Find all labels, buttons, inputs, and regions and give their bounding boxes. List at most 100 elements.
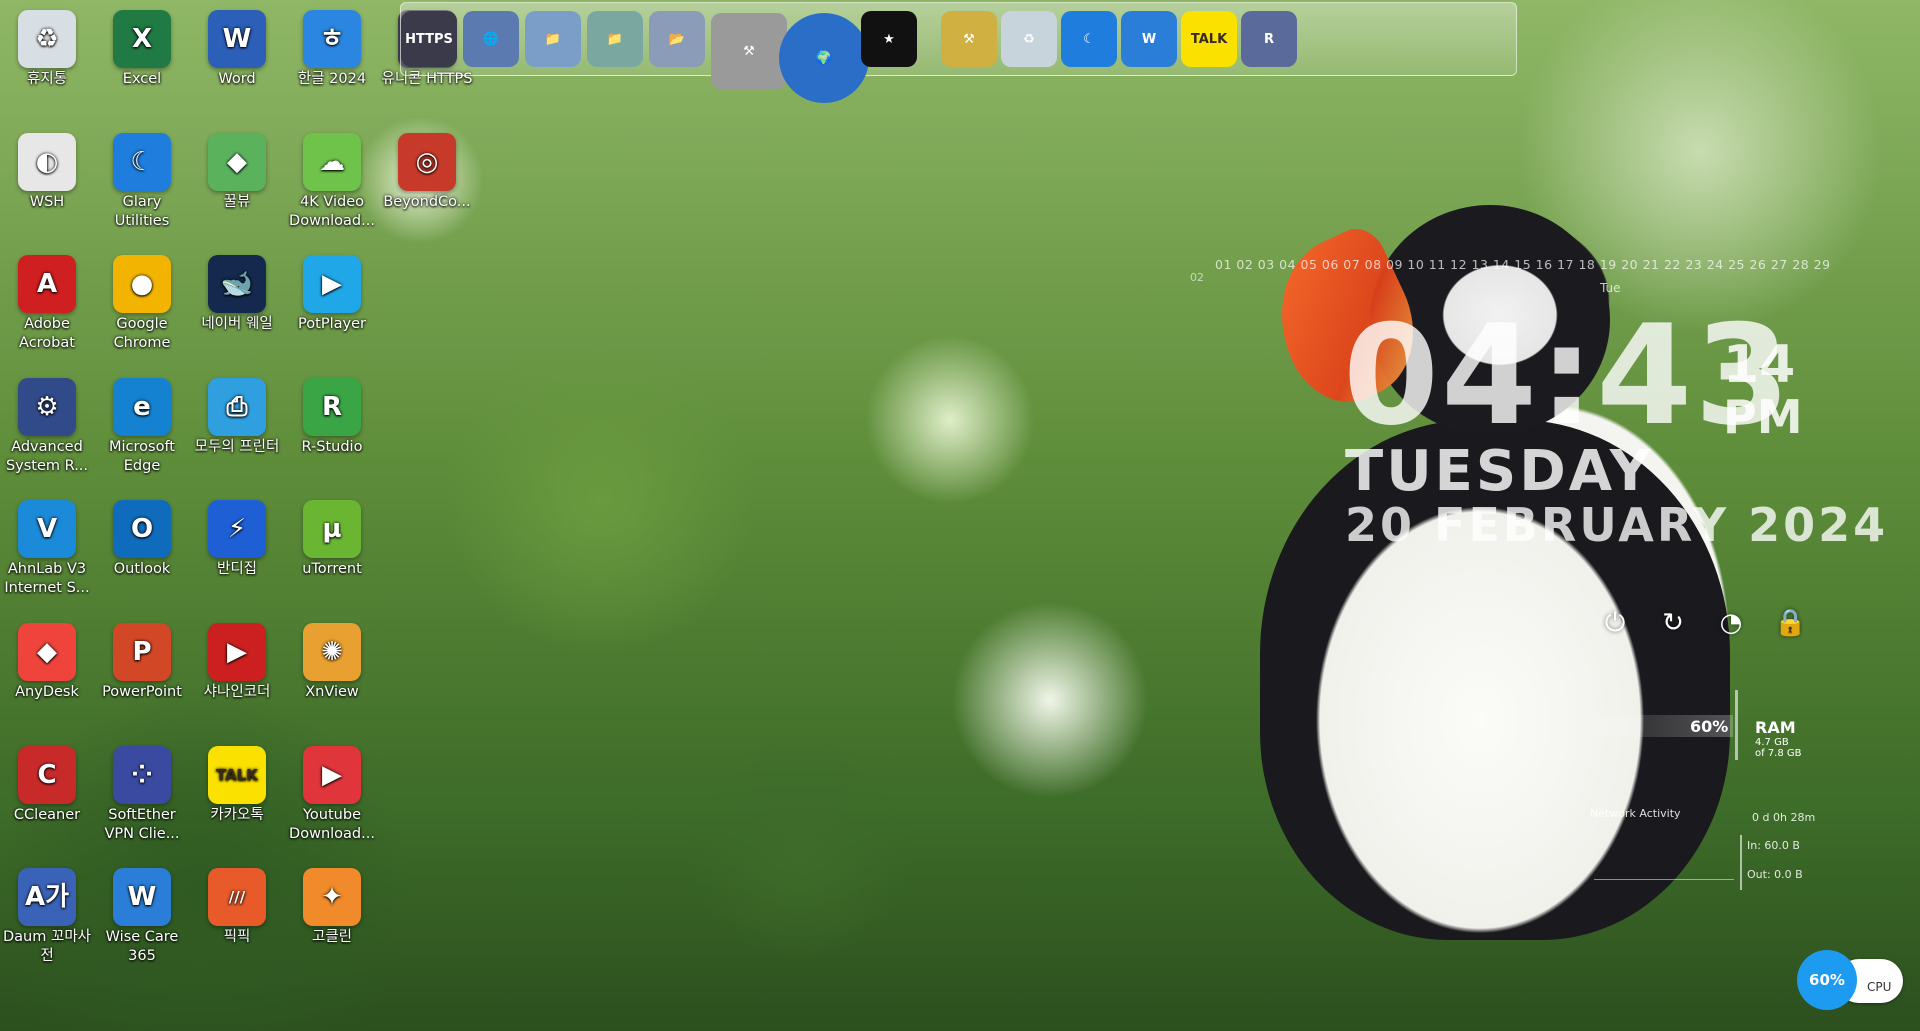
- desktop-icon-label: AhnLab V3 Internet S...: [4, 561, 90, 596]
- app-icon: e: [113, 378, 171, 436]
- calendar-day-abbrev: Tue: [1600, 281, 1621, 295]
- ram-percent: 60%: [1690, 717, 1729, 736]
- desktop-icon[interactable]: ✦ 고클린: [285, 868, 379, 947]
- dock-kakao-talk-icon[interactable]: TALK: [1181, 11, 1237, 67]
- desktop-icon[interactable]: R R-Studio: [285, 378, 379, 457]
- desktop-icon[interactable]: ☾ Glary Utilities: [95, 133, 189, 231]
- dock-glary-icon[interactable]: ☾: [1061, 11, 1117, 67]
- desktop-icon-label: 반디집: [216, 561, 258, 577]
- desktop-icon[interactable]: ⚡ 반디집: [190, 500, 284, 579]
- app-icon: µ: [303, 500, 361, 558]
- desktop-icon-label: 한글 2024: [297, 71, 367, 87]
- desktop-icon[interactable]: µ uTorrent: [285, 500, 379, 579]
- app-icon: A: [18, 255, 76, 313]
- network-uptime: 0 d 0h 28m: [1752, 811, 1816, 824]
- desktop-icon-label: Advanced System R...: [5, 439, 89, 474]
- app-icon: ⚡: [208, 500, 266, 558]
- power-icon[interactable]: ⏻: [1600, 608, 1630, 638]
- desktop-icon[interactable]: X Excel: [95, 10, 189, 89]
- network-in: In: 60.0 B: [1747, 839, 1800, 852]
- desktop-icon[interactable]: ◎ BeyondCo...: [380, 133, 474, 212]
- app-icon: ●: [113, 255, 171, 313]
- desktop-icon[interactable]: C CCleaner: [0, 746, 94, 825]
- dock-folder-2-icon[interactable]: 📁: [587, 11, 643, 67]
- desktop-icon-label: Microsoft Edge: [109, 439, 175, 474]
- desktop-icon[interactable]: ⁘ SoftEther VPN Clie...: [95, 746, 189, 844]
- dock-folder-3-icon[interactable]: 📂: [649, 11, 705, 67]
- desktop-icon[interactable]: ● Google Chrome: [95, 255, 189, 353]
- desktop-icon[interactable]: ◆ 꿀뷰: [190, 133, 284, 212]
- cpu-widget[interactable]: 60% CPU: [1797, 950, 1907, 1010]
- clock-seconds: 14: [1723, 335, 1796, 395]
- app-icon: ◐: [18, 133, 76, 191]
- desktop-icon[interactable]: ▶ PotPlayer: [285, 255, 379, 334]
- network-divider: [1740, 835, 1742, 890]
- cpu-percent: 60%: [1797, 950, 1857, 1010]
- desktop-icon[interactable]: P PowerPoint: [95, 623, 189, 702]
- network-title: Network Activity: [1590, 807, 1681, 820]
- ram-used: 4.7 GB: [1755, 737, 1789, 748]
- desktop-icon[interactable]: A가 Daum 꼬마사전: [0, 868, 94, 966]
- desktop-icon[interactable]: 🐋 네이버 웨일: [190, 255, 284, 334]
- desktop-icon[interactable]: W Wise Care 365: [95, 868, 189, 966]
- desktop-icon[interactable]: ◆ AnyDesk: [0, 623, 94, 702]
- desktop-icon-label: SoftEther VPN Clie...: [104, 807, 180, 842]
- dock-unicorn-dock-icon[interactable]: HTTPS: [401, 11, 457, 67]
- app-icon: ◆: [18, 623, 76, 681]
- app-icon: TALK: [208, 746, 266, 804]
- network-graph: [1594, 835, 1734, 880]
- dock-r-backup-icon[interactable]: R: [1241, 11, 1297, 67]
- desktop-icon-label: uTorrent: [302, 561, 362, 577]
- desktop-icon-label: WSH: [29, 194, 65, 210]
- restart-icon[interactable]: ↻: [1658, 608, 1688, 638]
- app-icon: ♻: [18, 10, 76, 68]
- desktop-icon[interactable]: ⚙ Advanced System R...: [0, 378, 94, 476]
- dock-recycle-bin-icon[interactable]: ♻: [1001, 11, 1057, 67]
- desktop-icon[interactable]: e Microsoft Edge: [95, 378, 189, 476]
- dock-earth-icon[interactable]: 🌍: [779, 13, 869, 103]
- app-icon: ⎙: [208, 378, 266, 436]
- app-icon: ◎: [398, 133, 456, 191]
- desktop-icon-label: 4K Video Download...: [289, 194, 375, 229]
- desktop-icon[interactable]: ☁ 4K Video Download...: [285, 133, 379, 231]
- desktop-icon[interactable]: ◐ WSH: [0, 133, 94, 212]
- desktop-icon[interactable]: ▶ 샤나인코더: [190, 623, 284, 702]
- dock-wise-care-icon[interactable]: W: [1121, 11, 1177, 67]
- desktop-icon[interactable]: W Word: [190, 10, 284, 89]
- desktop-icon-label: Daum 꼬마사전: [3, 929, 91, 964]
- desktop-icon-label: XnView: [305, 684, 359, 700]
- desktop-icon[interactable]: ㅎ 한글 2024: [285, 10, 379, 89]
- dock-tshirt-icon[interactable]: ★: [861, 11, 917, 67]
- desktop-icon[interactable]: ✺ XnView: [285, 623, 379, 702]
- desktop-icon[interactable]: V AhnLab V3 Internet S...: [0, 500, 94, 598]
- ram-total: of 7.8 GB: [1755, 748, 1802, 759]
- desktop-icon[interactable]: TALK 카카오톡: [190, 746, 284, 825]
- desktop-icon[interactable]: /// 픽픽: [190, 868, 284, 947]
- app-icon: ☁: [303, 133, 361, 191]
- desktop-icon-label: 휴지통: [26, 71, 68, 87]
- lock-icon[interactable]: 🔒: [1774, 608, 1806, 638]
- desktop-icon[interactable]: A Adobe Acrobat: [0, 255, 94, 353]
- app-icon: V: [18, 500, 76, 558]
- clock-weekday: TUESDAY: [1345, 439, 1654, 504]
- calendar-month-number: 02: [1190, 271, 1204, 284]
- dock-folder-1-icon[interactable]: 📁: [525, 11, 581, 67]
- dock-globe-network-icon[interactable]: 🌐: [463, 11, 519, 67]
- desktop-icon[interactable]: O Outlook: [95, 500, 189, 579]
- app-icon: ///: [208, 868, 266, 926]
- desktop-icon-label: CCleaner: [13, 807, 81, 823]
- desktop-icon[interactable]: ▶ Youtube Download...: [285, 746, 379, 844]
- desktop-icon-label: 고클린: [311, 929, 353, 945]
- dock-tools-icon[interactable]: ⚒: [941, 11, 997, 67]
- power-controls: ⏻ ↻ ◔ 🔒: [1600, 608, 1807, 638]
- dock-dev-tools-icon[interactable]: ⚒: [711, 13, 787, 89]
- sleep-icon[interactable]: ◔: [1716, 608, 1746, 638]
- desktop-icon-label: Adobe Acrobat: [19, 316, 75, 351]
- ram-widget: 60% RAM 4.7 GB of 7.8 GB: [1555, 690, 1805, 760]
- desktop-icon[interactable]: ⎙ 모두의 프린터: [190, 378, 284, 457]
- desktop-icon-label: AnyDesk: [15, 684, 79, 700]
- desktop-icon-label: Youtube Download...: [289, 807, 375, 842]
- app-icon: ✺: [303, 623, 361, 681]
- desktop-icon[interactable]: ♻ 휴지통: [0, 10, 94, 89]
- app-icon: ✦: [303, 868, 361, 926]
